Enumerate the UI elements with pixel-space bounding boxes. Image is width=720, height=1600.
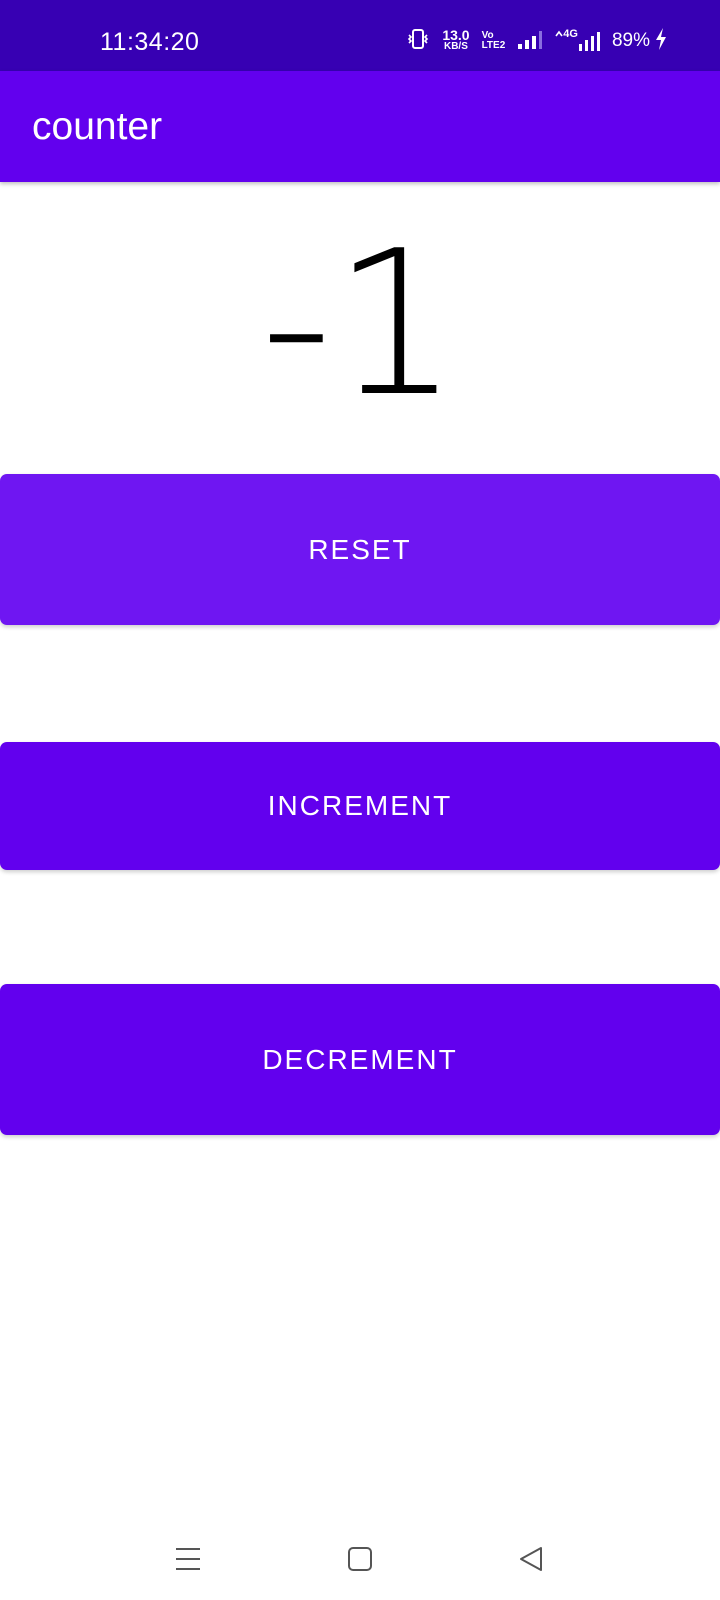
home-icon[interactable]: [347, 1546, 373, 1577]
net-speed: 13.0 KB/S: [442, 27, 470, 52]
status-bar: 11:34:20 13.0 KB/S Vo LTE2 4G 89%: [0, 0, 720, 71]
volte-bottom: LTE2: [481, 40, 506, 51]
decrement-button[interactable]: DECREMENT: [0, 984, 720, 1135]
battery-percent: 89%: [611, 30, 650, 51]
signal-icon: [578, 32, 600, 51]
back-icon[interactable]: [518, 1546, 544, 1577]
data-arrows-icon: [555, 30, 563, 37]
signal-icon: [517, 28, 543, 55]
volte-indicator: Vo LTE2: [482, 31, 506, 51]
status-icons: 13.0 KB/S Vo LTE2 4G 89%: [406, 26, 668, 56]
net-speed-value: 13.0: [442, 27, 470, 43]
app-title: counter: [32, 105, 163, 148]
status-time: 11:34:20: [100, 28, 200, 56]
increment-button[interactable]: INCREMENT: [0, 742, 720, 870]
reset-button[interactable]: RESET: [0, 474, 720, 625]
net-speed-unit: KB/S: [443, 41, 468, 52]
navigation-bar: [0, 1510, 720, 1600]
menu-icon[interactable]: [175, 1546, 201, 1577]
network-type: 4G: [563, 28, 578, 40]
data-network-indicator: 4G: [555, 28, 600, 52]
charging-bolt-icon: [654, 27, 668, 56]
vibrate-icon: [406, 27, 430, 56]
app-bar: counter: [0, 71, 720, 182]
counter-value: -1: [260, 208, 460, 441]
